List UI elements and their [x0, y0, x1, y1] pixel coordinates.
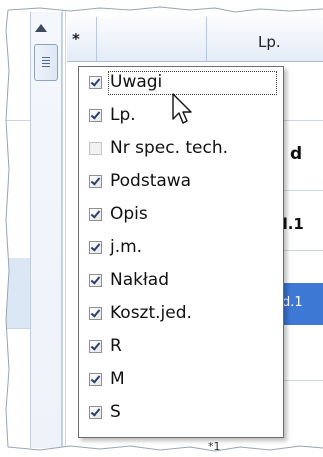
- checkbox-icon[interactable]: [89, 340, 102, 353]
- mouse-cursor-icon: [172, 93, 192, 124]
- checkbox-icon[interactable]: [89, 241, 102, 254]
- divider: [65, 8, 66, 448]
- menu-item-label: Uwagi: [110, 72, 163, 92]
- thumb-grip-icon: [42, 66, 50, 67]
- new-row-marker: *1: [208, 440, 221, 453]
- menu-item-label: Koszt.jed.: [110, 303, 192, 323]
- menu-item-s[interactable]: S: [79, 399, 283, 427]
- thumb-grip-icon: [42, 57, 50, 58]
- menu-item-podstawa[interactable]: Podstawa: [79, 168, 283, 196]
- checkbox-icon[interactable]: [89, 307, 102, 320]
- column-header-lp[interactable]: Lp.: [258, 33, 281, 51]
- menu-item-label: j.m.: [110, 237, 143, 257]
- menu-item-label: Nakład: [110, 270, 170, 290]
- checkbox-icon[interactable]: [89, 373, 102, 386]
- column-separator: [206, 17, 207, 61]
- divider: [62, 8, 63, 448]
- grid-cell[interactable]: d: [290, 144, 302, 164]
- menu-item-r[interactable]: R: [79, 333, 283, 361]
- menu-item-label: S: [110, 402, 121, 422]
- checkbox-icon[interactable]: [89, 274, 102, 287]
- checkbox-icon[interactable]: [89, 76, 102, 89]
- menu-item-naklad[interactable]: Nakład: [79, 267, 283, 295]
- checkbox-icon[interactable]: [89, 109, 102, 122]
- grid-cell-selected[interactable]: d.1: [282, 295, 303, 310]
- scroll-up-arrow-icon[interactable]: [35, 24, 47, 32]
- menu-item-koszt-jed[interactable]: Koszt.jed.: [79, 300, 283, 328]
- menu-item-label: Lp.: [110, 105, 136, 125]
- menu-item-label: M: [110, 369, 125, 389]
- menu-item-label: R: [110, 336, 122, 356]
- menu-item-label: Podstawa: [110, 171, 192, 191]
- thumb-grip-icon: [42, 63, 50, 64]
- checkbox-icon[interactable]: [89, 406, 102, 419]
- menu-item-jm[interactable]: j.m.: [79, 234, 283, 262]
- checkbox-icon[interactable]: [89, 175, 102, 188]
- grid-header: [67, 17, 323, 62]
- menu-item-m[interactable]: M: [79, 366, 283, 394]
- checkbox-icon[interactable]: [89, 208, 102, 221]
- menu-item-label: Opis: [110, 204, 148, 224]
- menu-item-nr-spec-tech[interactable]: Nr spec. tech.: [79, 135, 283, 163]
- column-separator: [96, 17, 97, 61]
- column-chooser-button[interactable]: *: [72, 30, 80, 48]
- menu-item-label: Nr spec. tech.: [110, 138, 229, 158]
- checkbox-icon[interactable]: [89, 142, 102, 155]
- thumb-grip-icon: [42, 60, 50, 61]
- menu-item-opis[interactable]: Opis: [79, 201, 283, 229]
